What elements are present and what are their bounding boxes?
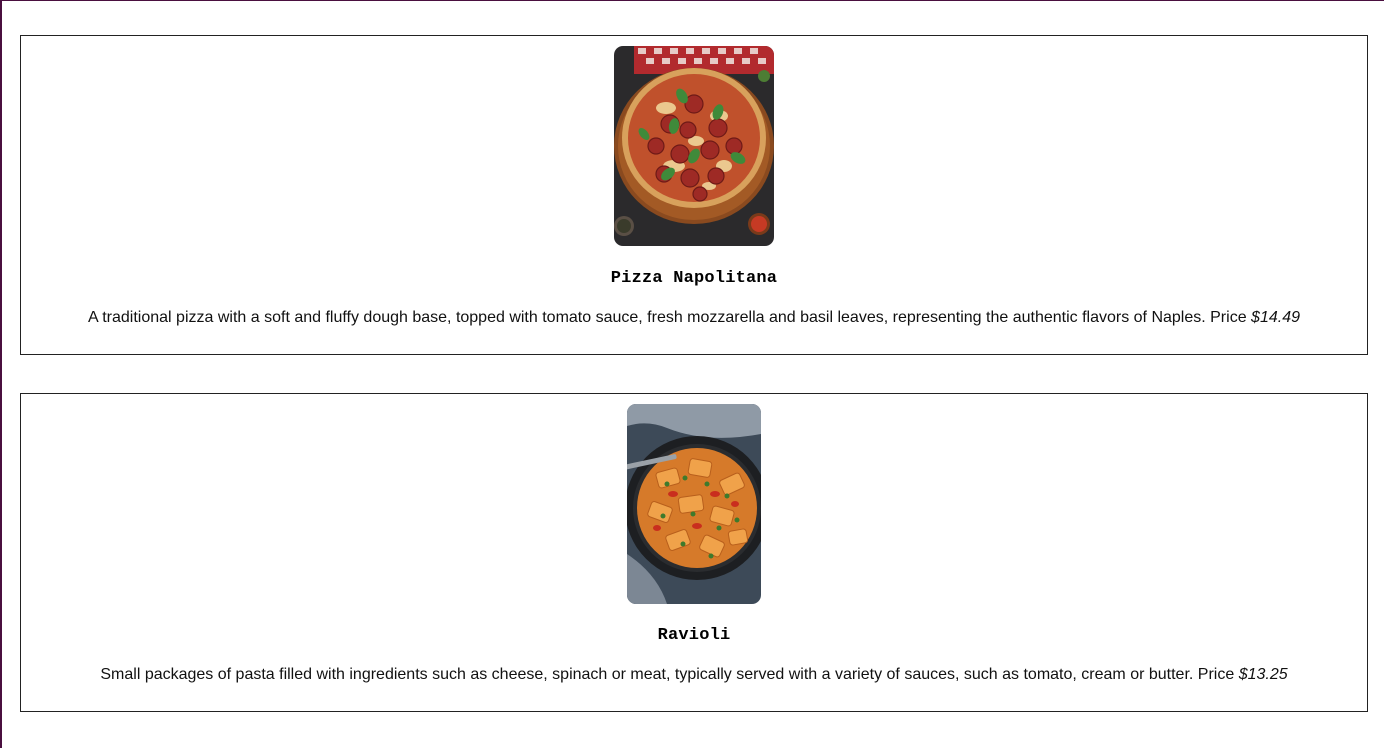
menu-card-pizza: Pizza Napolitana A traditional pizza wit…: [20, 35, 1368, 355]
pizza-image: [614, 46, 774, 246]
menu-card-ravioli: Ravioli Small packages of pasta filled w…: [20, 393, 1368, 712]
dish-price: $14.49: [1251, 309, 1300, 326]
ravioli-photo: [627, 404, 761, 604]
dish-description-text: A traditional pizza with a soft and fluf…: [88, 309, 1247, 326]
dish-price: $13.25: [1238, 666, 1288, 683]
dish-description: A traditional pizza with a soft and fluf…: [21, 309, 1367, 327]
window-edge-left: [0, 0, 2, 748]
dish-description: Small packages of pasta filled with ingr…: [21, 666, 1367, 684]
dish-name: Pizza Napolitana: [610, 269, 778, 288]
dish-name: Ravioli: [657, 626, 731, 645]
pizza-napolitana-photo: [614, 46, 774, 246]
window-edge-top: [0, 0, 1384, 1]
dish-description-text: Small packages of pasta filled with ingr…: [100, 666, 1235, 683]
ravioli-image: [627, 404, 761, 604]
